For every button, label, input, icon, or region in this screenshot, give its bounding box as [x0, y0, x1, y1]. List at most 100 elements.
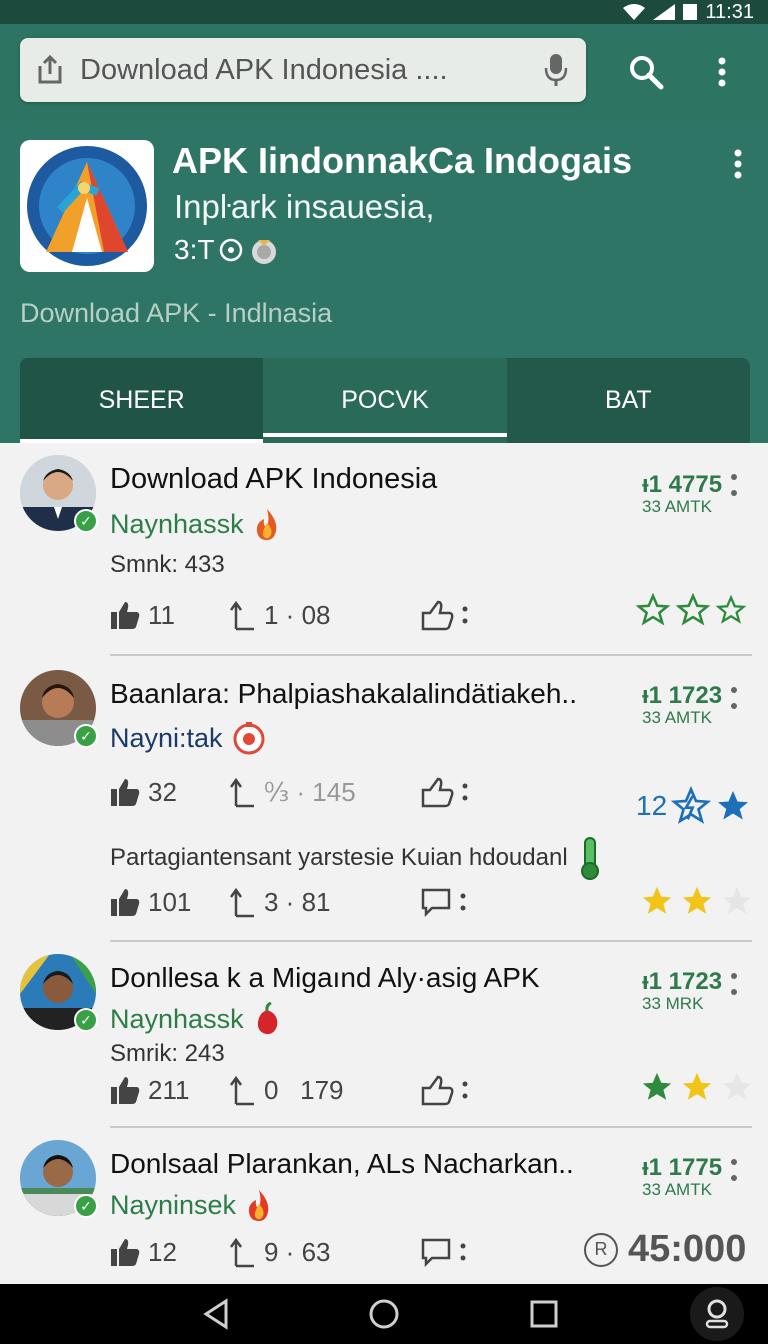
more-vert-icon[interactable]	[728, 1156, 740, 1184]
app-title: APK IindonnakCa Indogais	[172, 140, 633, 181]
like-count: 32	[148, 776, 177, 807]
more-vert-icon[interactable]	[706, 52, 738, 92]
comment-button[interactable]	[420, 882, 466, 922]
repost-button[interactable]: 3 · 81	[230, 882, 331, 922]
tab-label: BAT	[604, 386, 652, 414]
wifi-icon	[623, 4, 646, 20]
more-vert-icon[interactable]	[728, 471, 740, 499]
clock: 11:31	[705, 0, 754, 23]
dots-icon	[462, 1081, 468, 1099]
verified-icon: ✓	[74, 509, 98, 533]
star-filled-icon	[718, 791, 749, 820]
like-count: 101	[148, 886, 192, 917]
verified-icon: ✓	[74, 1008, 98, 1032]
repost-button[interactable]: 9 · 63	[230, 1232, 331, 1272]
star-filled-icon	[642, 886, 672, 914]
post-actions: 32 ↉ · 145	[110, 772, 490, 812]
app-logo	[20, 140, 154, 272]
like-button[interactable]: 11	[110, 595, 175, 635]
share-icon[interactable]	[20, 54, 80, 86]
tab-bat[interactable]: BAT	[507, 358, 750, 443]
post-card[interactable]: ✓ Baanlara: Phalpiashakalalindätiakeh.. …	[0, 656, 768, 942]
post-author[interactable]: Naynhassk	[110, 507, 282, 541]
post-stat: ᵻ1 1775	[642, 1154, 723, 1181]
repost-icon	[230, 1237, 254, 1268]
repost-button[interactable]: 0 179	[230, 1070, 344, 1110]
fire-icon	[248, 1190, 269, 1221]
recents-icon[interactable]	[524, 1294, 564, 1334]
home-icon[interactable]	[364, 1294, 404, 1334]
more-vert-icon[interactable]	[728, 970, 740, 998]
star-empty-icon	[722, 1072, 752, 1100]
post-feed: ✓ Download APK Indonesia Naynhassk Smnk:…	[0, 443, 768, 1284]
verified-icon: ✓	[74, 724, 98, 748]
mic-icon[interactable]	[526, 52, 586, 88]
header-caption: Download APK - Indlnasia	[20, 298, 333, 328]
verified-icon: ✓	[74, 1194, 98, 1218]
post-title[interactable]: Download APK Indonesia	[110, 463, 437, 496]
repost-count: 3 · 81	[264, 886, 331, 917]
post-meta: Smnk: 433	[110, 551, 225, 578]
tab-pocvk[interactable]: POCVK	[263, 358, 507, 443]
star-lightning-icon	[671, 786, 712, 824]
avatar[interactable]: ✓	[20, 670, 98, 748]
react-button[interactable]	[420, 1070, 468, 1110]
back-icon[interactable]	[196, 1294, 236, 1334]
more-vert-icon[interactable]	[728, 684, 740, 712]
post-stat: ᵻ1 1723	[642, 968, 723, 995]
thumbs-up-icon	[111, 1077, 140, 1104]
rating-value-block[interactable]: 12	[636, 786, 751, 826]
post-title[interactable]: Donllesa k a Migaınd Aly·asig APK	[110, 962, 540, 994]
thumbs-up-icon	[111, 602, 140, 629]
like-button[interactable]: 12	[110, 1232, 177, 1272]
post-comment: Partagiantensant yarstesie Kuian hdoudan…	[110, 836, 602, 880]
dots-icon	[462, 606, 468, 624]
avatar[interactable]: ✓	[20, 1140, 98, 1218]
post-author[interactable]: Nayninsek	[110, 1188, 274, 1222]
like-button[interactable]: 101	[110, 882, 191, 922]
post-author[interactable]: Naynhassk	[110, 1002, 282, 1036]
avatar[interactable]: ✓	[20, 954, 98, 1032]
post-stat-sub: 33 AMTK	[642, 497, 712, 516]
post-card[interactable]: ✓ Donllesa k a Migaınd Aly·asig APK Nayn…	[0, 942, 768, 1128]
like-button[interactable]: 211	[110, 1070, 189, 1110]
assistant-icon[interactable]	[690, 1287, 744, 1341]
post-title[interactable]: Donlsaal Plarankan, ALs Nacharkan..	[110, 1148, 574, 1180]
post-stat-sub: 33 AMTK	[642, 708, 712, 727]
star-outline-icon	[636, 593, 670, 626]
star-rating[interactable]	[640, 884, 754, 918]
search-box[interactable]: Download APK Indonesia ....	[20, 38, 586, 102]
avatar[interactable]: ✓	[20, 455, 98, 533]
tab-label: SHEER	[98, 386, 185, 414]
comment-button[interactable]	[420, 1232, 466, 1272]
repost-count: 9 · 63	[264, 1236, 331, 1267]
star-rating[interactable]	[636, 593, 746, 627]
search-input[interactable]: Download APK Indonesia ....	[80, 54, 526, 87]
chili-icon	[257, 1002, 277, 1035]
total-value: 45:000	[628, 1228, 747, 1270]
repost-button[interactable]: 1 · 08	[230, 595, 331, 635]
like-button[interactable]: 32	[110, 772, 177, 812]
author-name: Nayninsek	[110, 1189, 237, 1220]
thermometer-icon	[580, 837, 599, 880]
star-outline-icon	[716, 595, 746, 624]
post-card[interactable]: ✓ Donlsaal Plarankan, ALs Nacharkan.. Na…	[0, 1128, 768, 1284]
thumbs-up-icon	[111, 779, 140, 806]
app-header: APK IindonnakCa Indogais Inpŀark insaues…	[0, 120, 768, 443]
like-count: 12	[148, 1236, 177, 1267]
post-actions: 11 1 · 08	[110, 595, 490, 635]
thumbs-up-outline-icon	[421, 777, 454, 808]
system-nav-bar	[0, 1284, 768, 1344]
repost-icon	[230, 777, 254, 808]
tab-sheer[interactable]: SHEER	[20, 358, 264, 443]
post-title[interactable]: Baanlara: Phalpiashakalalindätiakeh..	[110, 678, 577, 710]
post-author[interactable]: Nayni:tak	[110, 720, 267, 756]
star-rating[interactable]	[640, 1070, 754, 1104]
react-button[interactable]	[420, 595, 468, 635]
react-button[interactable]	[420, 772, 468, 812]
header-more-icon[interactable]	[728, 144, 748, 184]
dots-icon	[462, 783, 468, 801]
repost-button[interactable]: ↉ · 145	[230, 772, 356, 812]
search-icon[interactable]	[626, 52, 666, 92]
post-card[interactable]: ✓ Download APK Indonesia Naynhassk Smnk:…	[0, 443, 768, 658]
